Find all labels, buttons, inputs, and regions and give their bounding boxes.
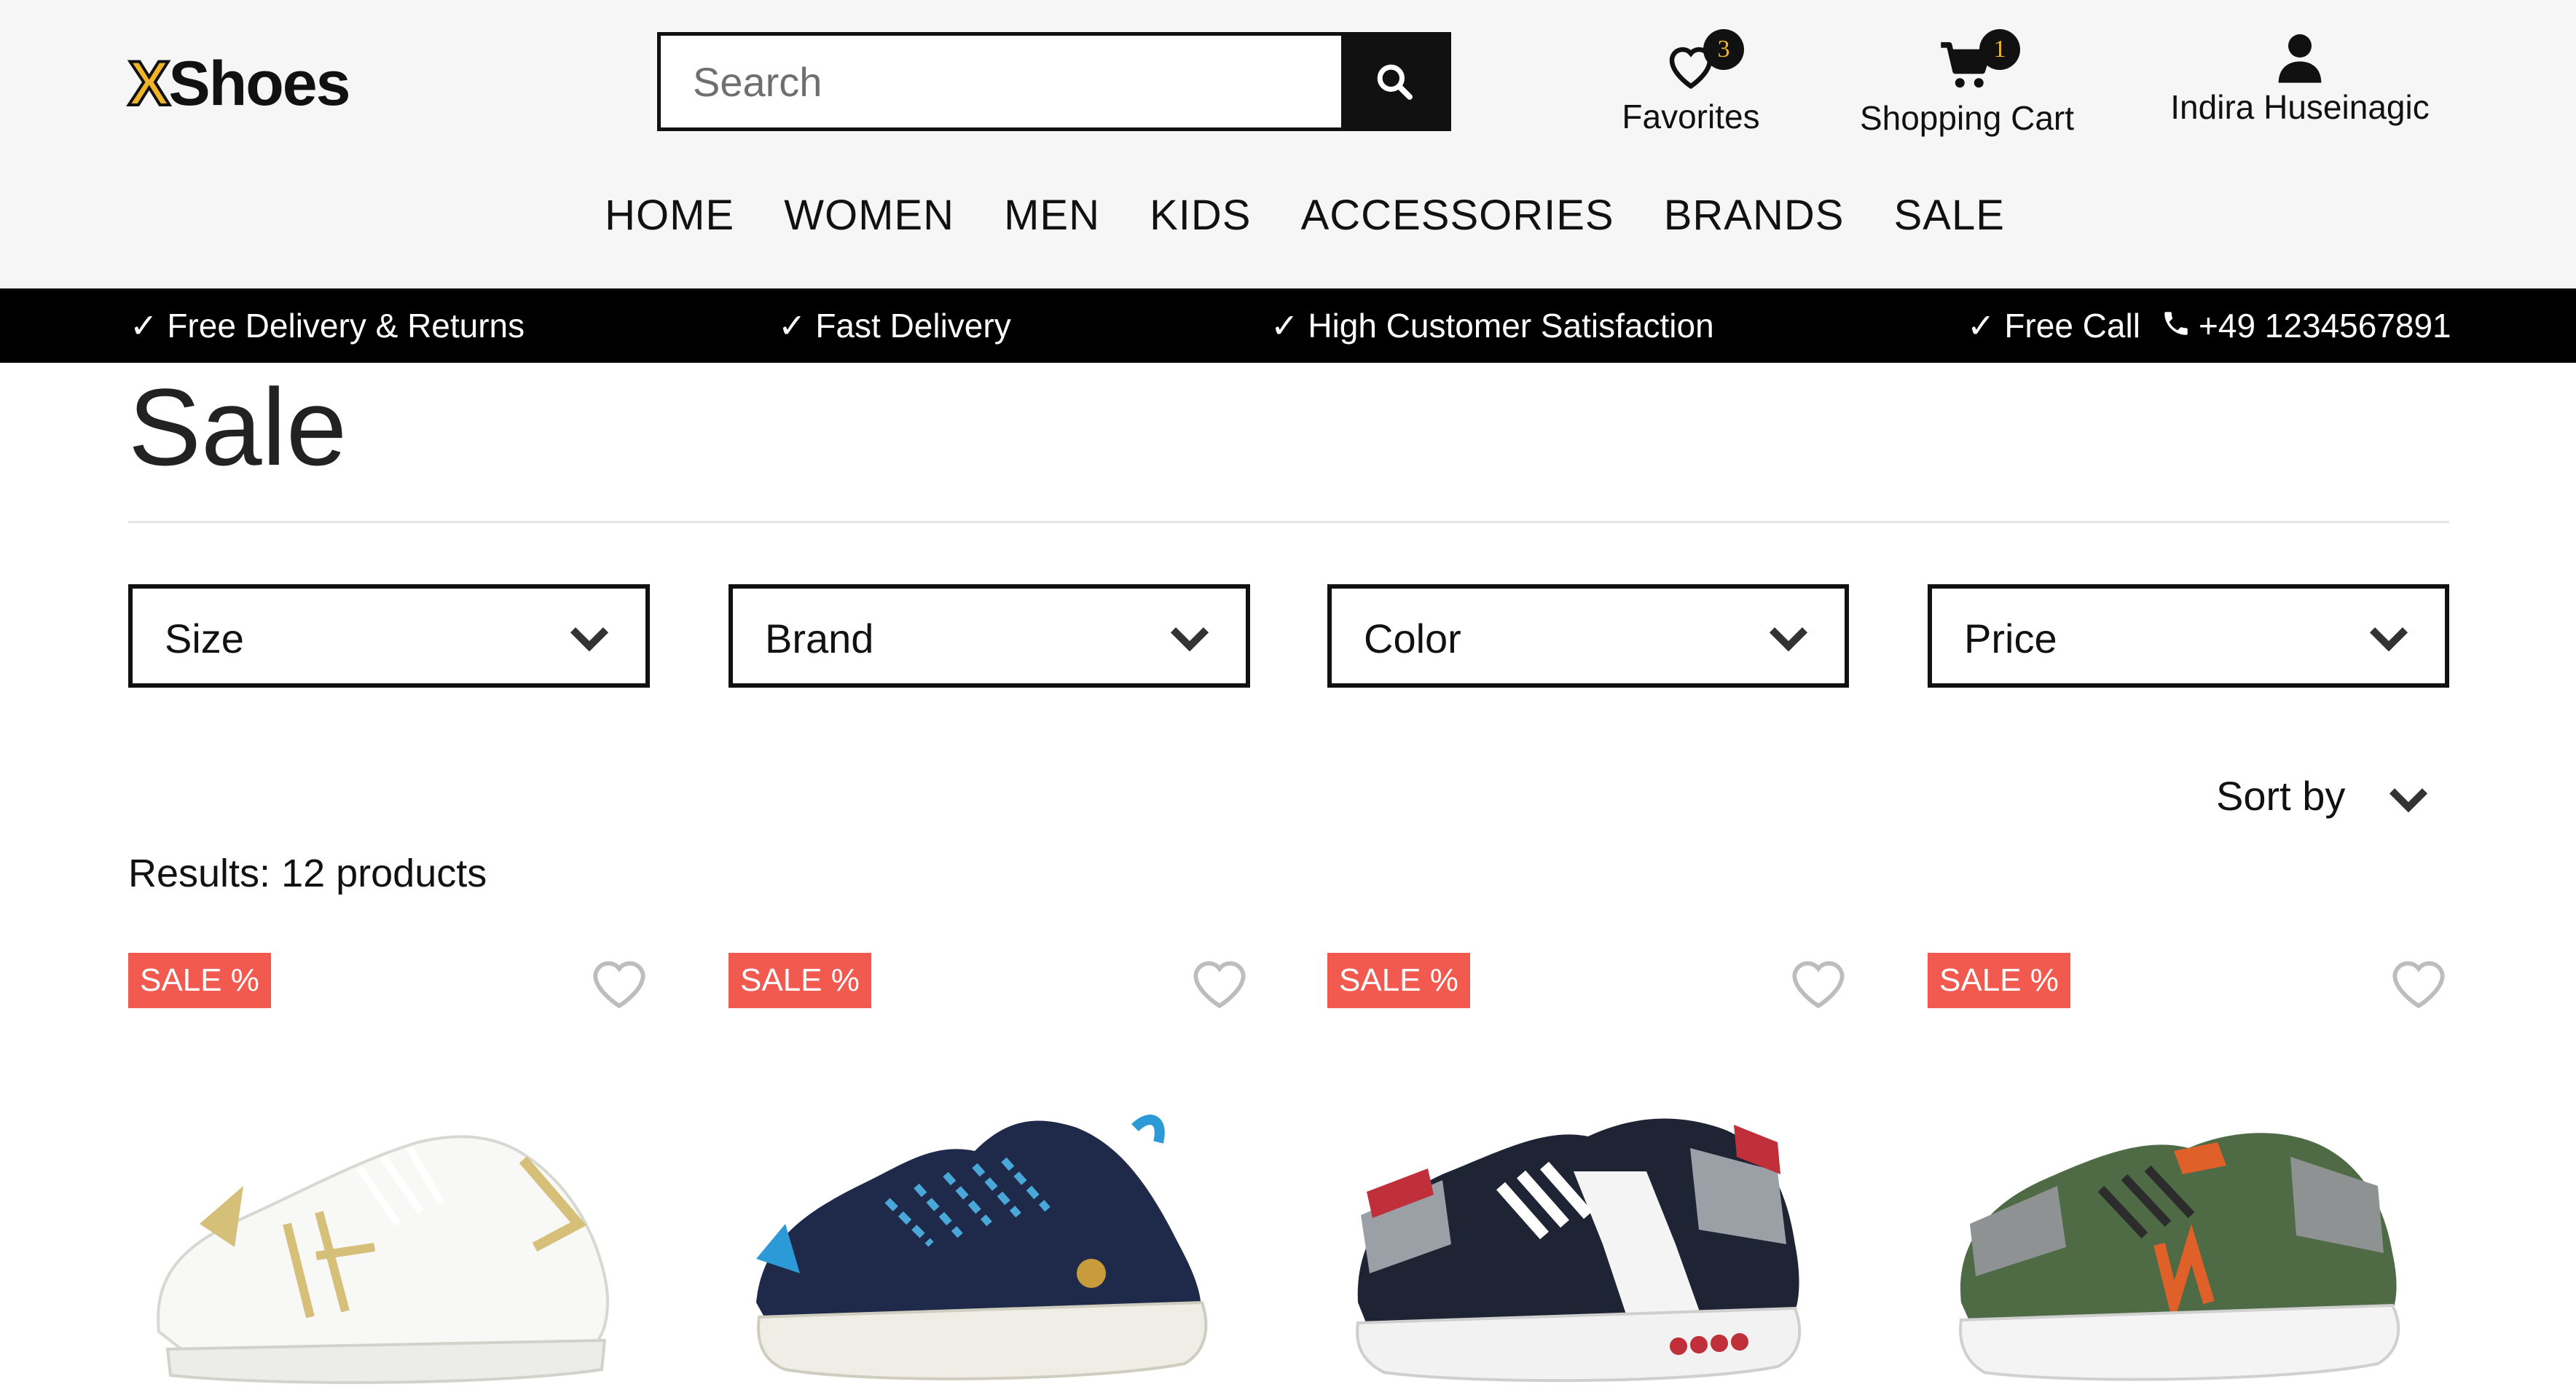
filter-price-label: Price xyxy=(1964,616,2057,661)
product-card[interactable]: SALE % xyxy=(128,953,651,1387)
filter-brand[interactable]: Brand xyxy=(729,584,1250,688)
favorites-label: Favorites xyxy=(1622,98,1760,135)
sale-badge: SALE % xyxy=(128,953,271,1008)
product-card[interactable]: SALE % xyxy=(729,953,1252,1387)
black-red-sneaker-image[interactable] xyxy=(1340,1084,1836,1387)
white-sneaker-image[interactable] xyxy=(141,1084,637,1387)
navy-knit-sneaker-image[interactable] xyxy=(742,1084,1237,1387)
filter-size-label: Size xyxy=(165,616,244,661)
phone-number[interactable]: +49 1234567891 xyxy=(2199,306,2451,345)
nav-brands[interactable]: BRANDS xyxy=(1664,192,1845,239)
user-icon-wrap xyxy=(2277,32,2323,87)
chevron-down-icon xyxy=(570,627,609,651)
chevron-down-icon xyxy=(1170,627,1209,651)
heart-icon[interactable] xyxy=(1187,953,1252,1011)
site-logo[interactable]: XShoes xyxy=(127,51,350,117)
user-name: Indira Huseinagic xyxy=(2170,88,2430,126)
filter-price[interactable]: Price xyxy=(1928,584,2449,688)
cart-icon-wrap: 1 xyxy=(1939,29,2020,95)
chevron-down-icon xyxy=(2369,627,2408,651)
product-card[interactable]: SALE % xyxy=(1928,953,2451,1387)
chevron-down-icon xyxy=(2389,788,2428,813)
site-header: XShoes 3 Favorites 1 xyxy=(0,0,2576,288)
shopping-cart-label: Shopping Cart xyxy=(1859,99,2075,137)
search-box xyxy=(657,32,1451,131)
benefit-satisfaction: ✓ High Customer Satisfaction xyxy=(1271,307,1714,345)
nav-kids[interactable]: KIDS xyxy=(1150,192,1251,239)
chevron-down-icon xyxy=(1769,627,1808,651)
shopping-cart-link[interactable]: 1 Shopping Cart xyxy=(1858,29,2076,138)
filter-brand-label: Brand xyxy=(765,616,874,661)
product-card[interactable]: SALE % xyxy=(1327,953,1850,1387)
benefit-free-call: ✓ Free Call xyxy=(1967,307,2140,345)
heart-icon[interactable] xyxy=(587,953,651,1011)
nav-sale[interactable]: SALE xyxy=(1894,192,2005,239)
benefit-fast-delivery: ✓ Fast Delivery xyxy=(778,307,1011,345)
heart-icon[interactable] xyxy=(2387,953,2451,1011)
logo-text: Shoes xyxy=(168,49,350,119)
sale-badge: SALE % xyxy=(729,953,871,1008)
sale-badge: SALE % xyxy=(1327,953,1470,1008)
green-grey-sneaker-image[interactable] xyxy=(1941,1084,2436,1387)
cart-count-badge: 1 xyxy=(1979,29,2020,70)
benefits-bar: ✓ Free Delivery & Returns ✓ Fast Deliver… xyxy=(0,288,2576,363)
search-icon xyxy=(1377,64,1413,100)
page-title: Sale xyxy=(128,366,347,488)
sort-by-dropdown[interactable]: Sort by xyxy=(2216,772,2428,820)
nav-home[interactable]: HOME xyxy=(605,192,734,239)
benefit-free-delivery: ✓ Free Delivery & Returns xyxy=(130,307,525,345)
favorites-count-badge: 3 xyxy=(1703,29,1744,70)
sale-badge: SALE % xyxy=(1928,953,2070,1008)
user-account-link[interactable]: Indira Huseinagic xyxy=(2165,32,2435,127)
results-count: Results: 12 products xyxy=(128,852,487,895)
sort-by-label: Sort by xyxy=(2216,773,2346,819)
main-navigation: HOME WOMEN MEN KIDS ACCESSORIES BRANDS S… xyxy=(0,191,2576,240)
search-button[interactable] xyxy=(1341,36,1448,127)
filter-size[interactable]: Size xyxy=(128,584,650,688)
title-divider xyxy=(128,521,2449,523)
phone-icon xyxy=(2161,307,2191,347)
filter-color-label: Color xyxy=(1364,616,1461,661)
user-icon xyxy=(2278,34,2322,83)
logo-x: X xyxy=(127,49,171,119)
nav-women[interactable]: WOMEN xyxy=(784,192,954,239)
filter-color[interactable]: Color xyxy=(1327,584,1849,688)
nav-men[interactable]: MEN xyxy=(1004,192,1100,239)
favorites-icon-wrap: 3 xyxy=(1662,29,1744,95)
heart-icon[interactable] xyxy=(1786,953,1850,1011)
nav-accessories[interactable]: ACCESSORIES xyxy=(1301,192,1614,239)
favorites-link[interactable]: 3 Favorites xyxy=(1622,29,1760,136)
search-input[interactable] xyxy=(661,36,1346,127)
